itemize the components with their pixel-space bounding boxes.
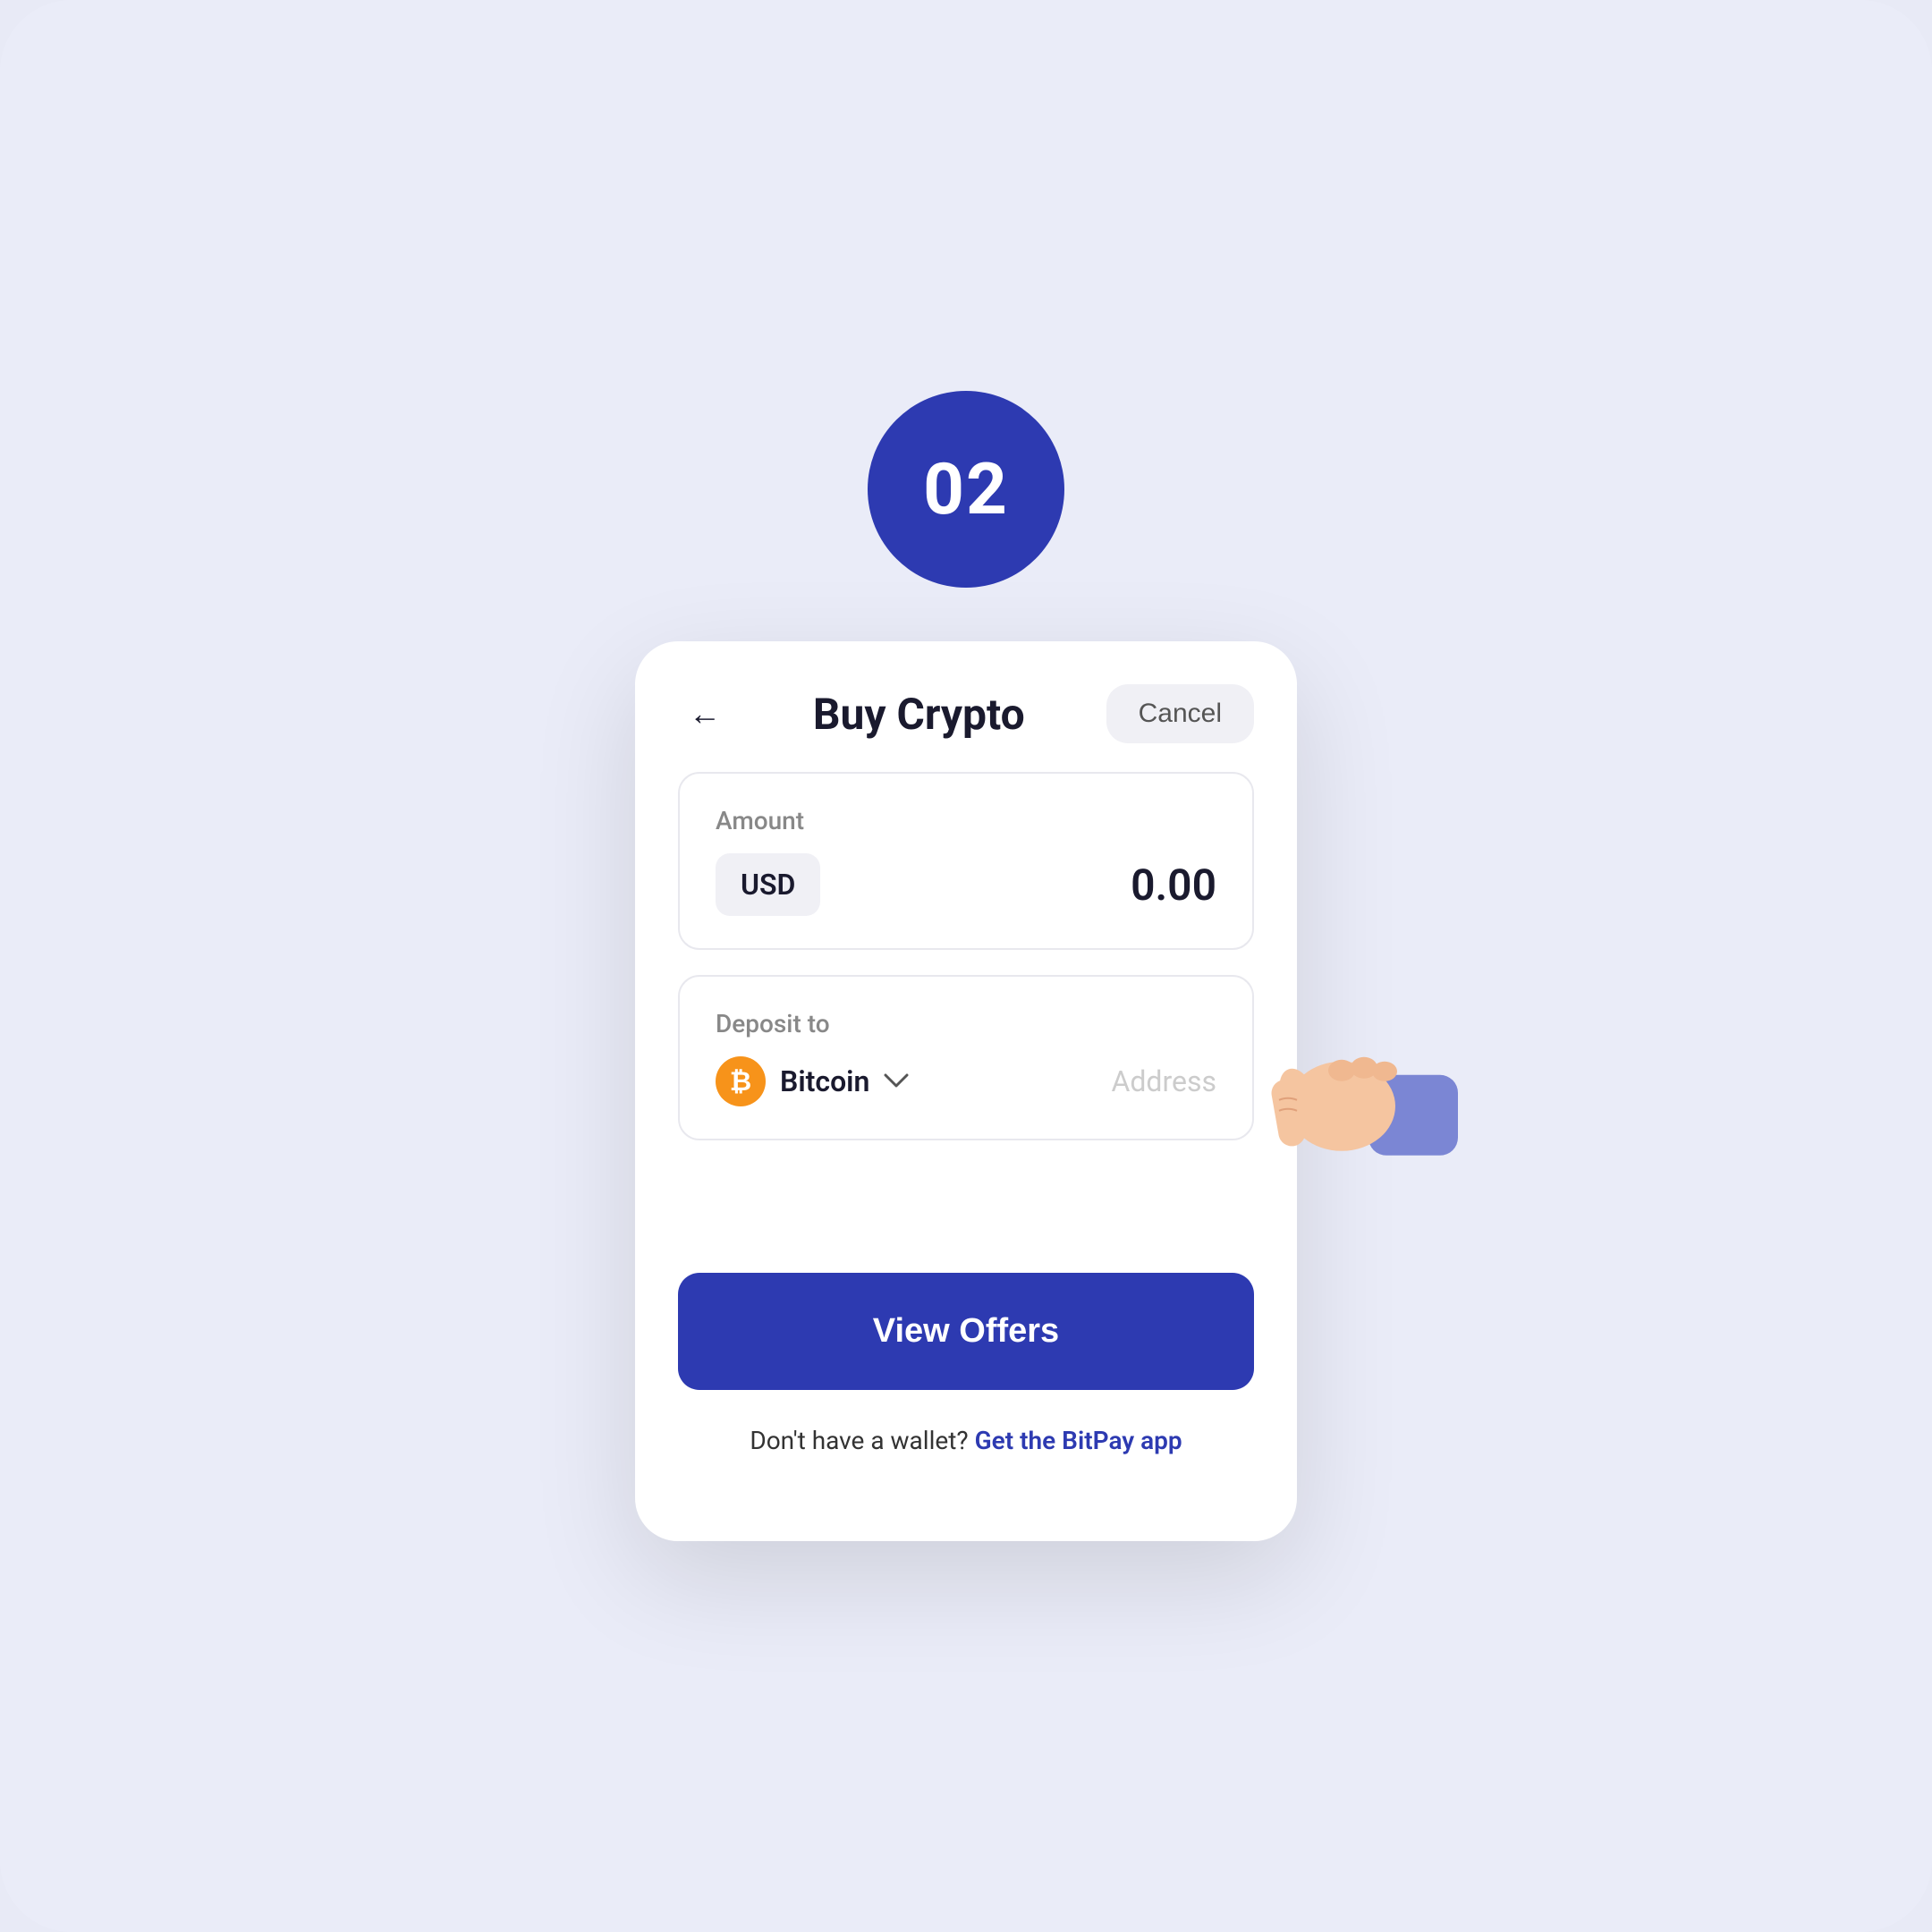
chevron-down-icon <box>884 1073 909 1089</box>
deposit-row: ₿ Bitcoin Address <box>716 1056 1216 1106</box>
step-number: 02 <box>923 447 1009 531</box>
back-button[interactable]: ← <box>678 687 732 741</box>
cancel-button[interactable]: Cancel <box>1106 684 1254 743</box>
crypto-name: Bitcoin <box>780 1064 869 1098</box>
back-arrow-icon: ← <box>689 695 721 733</box>
hand-pointer <box>1225 1003 1458 1185</box>
crypto-selector[interactable]: ₿ Bitcoin <box>716 1056 909 1106</box>
card-body: Amount USD 0.00 Deposit to ₿ Bit <box>635 772 1297 1541</box>
spacer <box>678 1165 1254 1273</box>
amount-row: USD 0.00 <box>716 853 1216 916</box>
content-area: 02 ← Buy Crypto Cancel Amount USD 0.00 <box>635 391 1297 1541</box>
bitpay-link[interactable]: Get the BitPay app <box>975 1426 1182 1455</box>
phone-card: ← Buy Crypto Cancel Amount USD 0.00 Depo <box>635 641 1297 1541</box>
amount-section: Amount USD 0.00 <box>678 772 1254 950</box>
deposit-section: Deposit to ₿ Bitcoin Address <box>678 975 1254 1140</box>
bitcoin-symbol: ₿ <box>730 1066 751 1097</box>
footer-static-text: Don't have a wallet? <box>750 1426 968 1455</box>
footer-text: Don't have a wallet? Get the BitPay app <box>678 1426 1254 1498</box>
amount-label: Amount <box>716 806 1216 835</box>
page-wrapper: 02 ← Buy Crypto Cancel Amount USD 0.00 <box>0 0 1932 1932</box>
view-offers-button[interactable]: View Offers <box>678 1273 1254 1390</box>
step-badge: 02 <box>868 391 1064 588</box>
currency-selector[interactable]: USD <box>716 853 820 916</box>
card-header: ← Buy Crypto Cancel <box>635 641 1297 772</box>
bitcoin-icon: ₿ <box>716 1056 766 1106</box>
address-placeholder[interactable]: Address <box>1111 1064 1216 1098</box>
deposit-label: Deposit to <box>716 1009 1216 1038</box>
amount-value[interactable]: 0.00 <box>1131 860 1216 911</box>
page-title: Buy Crypto <box>813 689 1025 740</box>
